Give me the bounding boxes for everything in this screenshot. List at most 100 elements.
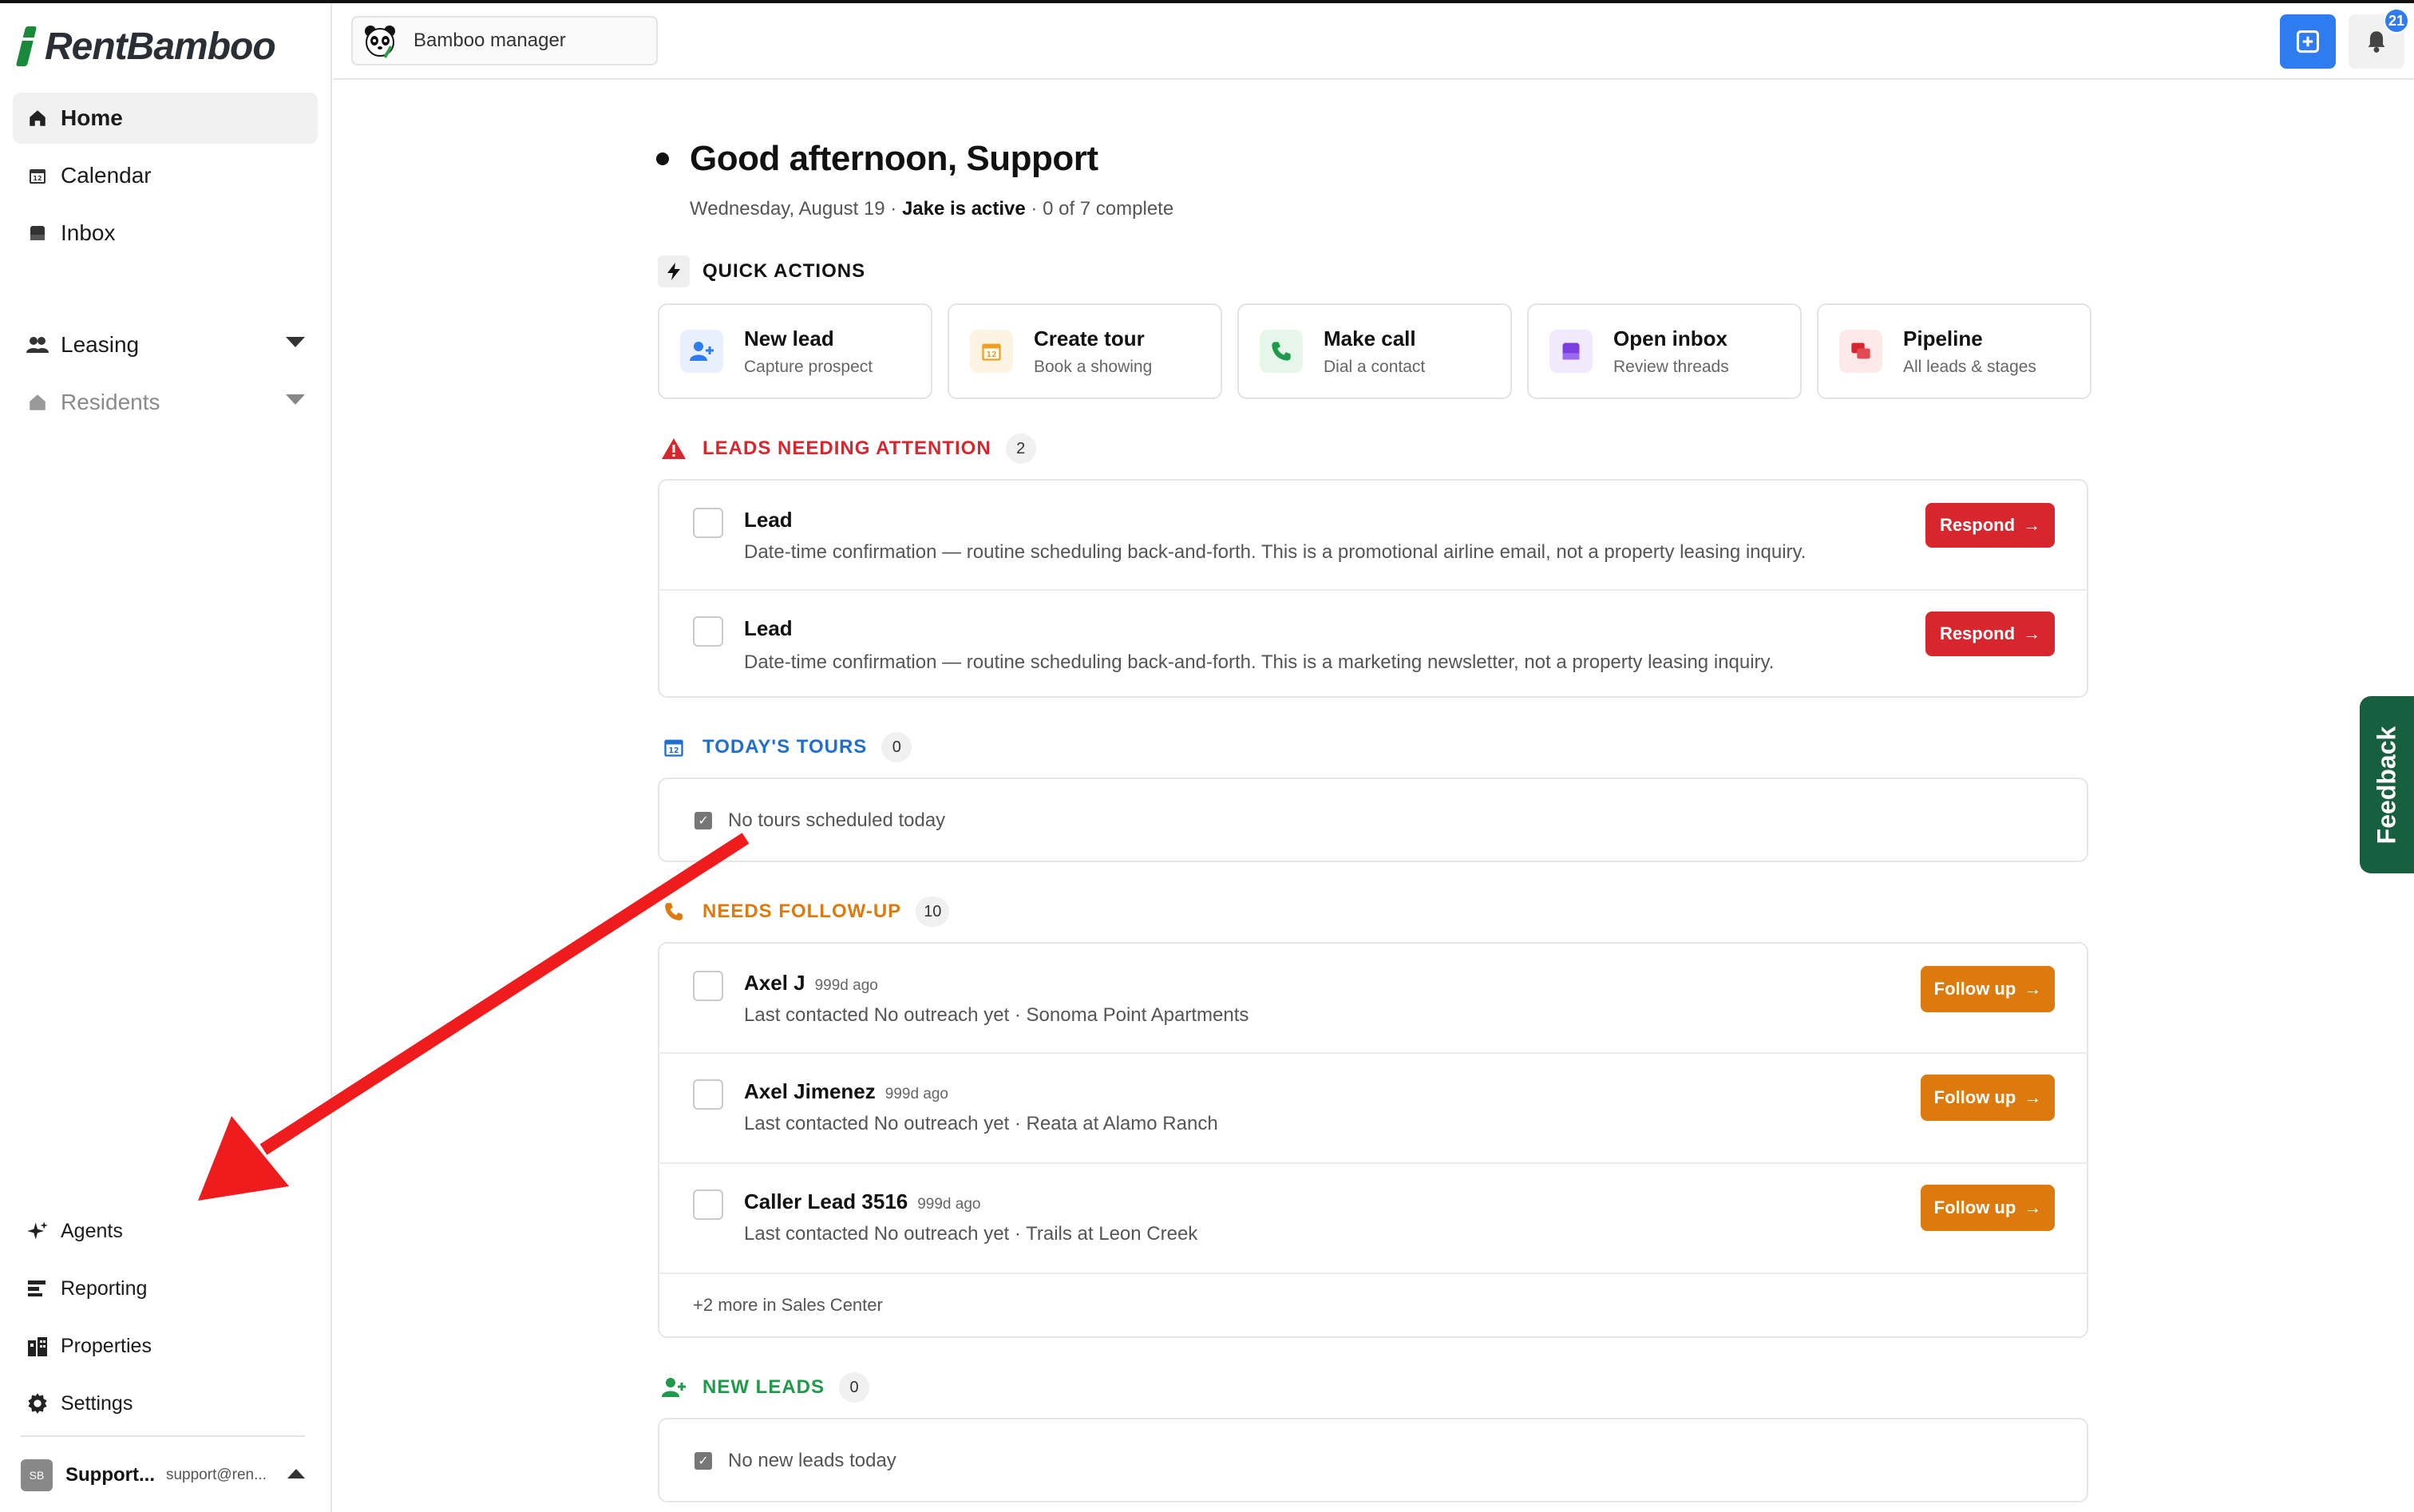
sidebar-item-label: Home xyxy=(61,105,123,130)
row-checkbox[interactable] xyxy=(693,508,723,538)
quick-action-create-tour[interactable]: 12 Create tour Book a showing xyxy=(948,303,1222,399)
user-email: support@ren... xyxy=(165,1466,267,1483)
lead-description: Last contacted No outreach yet · Sonoma … xyxy=(744,1004,1249,1026)
list-item[interactable]: Axel Jimenez 999d ago Last contacted No o… xyxy=(659,1054,2087,1162)
respond-button[interactable]: Respond → xyxy=(1925,503,2055,548)
add-button[interactable] xyxy=(2280,14,2336,69)
quick-action-subtitle: Review threads xyxy=(1613,357,1729,376)
svg-text:12: 12 xyxy=(987,350,997,359)
brand-name: RentBamboo xyxy=(45,25,276,68)
house-icon xyxy=(26,390,49,414)
list-item[interactable]: Caller Lead 3516 999d ago Last contacted … xyxy=(659,1164,2087,1273)
lead-description: Date-time confirmation — routine schedul… xyxy=(744,651,1775,673)
brand-logo[interactable]: RentBamboo xyxy=(15,22,276,70)
sidebar-item-reporting[interactable]: Reporting xyxy=(13,1265,318,1312)
follow-up-button[interactable]: Follow up → xyxy=(1921,966,2055,1012)
follow-up-button[interactable]: Follow up → xyxy=(1921,1185,2055,1231)
user-menu[interactable]: SB Support... support@ren... xyxy=(21,1453,313,1498)
section-title: NEW LEADS xyxy=(702,1376,825,1398)
sidebar-item-label: Residents xyxy=(61,390,160,414)
list-item[interactable]: Lead Date-time confirmation — routine sc… xyxy=(659,591,2087,699)
plus-square-icon xyxy=(2296,30,2320,53)
workspace-switcher[interactable]: Bamboo manager xyxy=(351,16,658,65)
lead-name: Axel J 999d ago xyxy=(744,971,878,995)
count-badge: 10 xyxy=(916,897,950,927)
quick-action-title: New lead xyxy=(744,326,834,350)
section-title: QUICK ACTIONS xyxy=(702,260,866,282)
respond-button-label: Respond xyxy=(1939,515,2016,535)
followup-header: NEEDS FOLLOW-UP 10 xyxy=(658,896,950,928)
lead-name: Caller Lead 3516 999d ago xyxy=(744,1189,981,1213)
quick-action-open-inbox[interactable]: Open inbox Review threads xyxy=(1527,303,1802,399)
quick-action-pipeline[interactable]: Pipeline All leads & stages xyxy=(1817,303,2091,399)
chevron-up-icon[interactable] xyxy=(287,1469,305,1478)
attention-header: LEADS NEEDING ATTENTION 2 xyxy=(658,433,1036,465)
follow-up-button[interactable]: Follow up → xyxy=(1921,1075,2055,1121)
add-person-icon xyxy=(680,330,723,373)
follow-up-button-label: Follow up xyxy=(1933,1087,2016,1107)
row-checkbox[interactable] xyxy=(693,1189,723,1220)
lead-description: Last contacted No outreach yet · Reata a… xyxy=(744,1113,1218,1134)
notification-badge: 21 xyxy=(2384,8,2409,34)
main-content: Good afternoon, Support Wednesday, Augus… xyxy=(0,0,2414,1512)
greeting-subtitle: Wednesday, August 19 · Jake is active · … xyxy=(690,198,1174,220)
row-checkbox[interactable] xyxy=(693,1079,723,1110)
sidebar-item-label: Inbox xyxy=(61,220,116,245)
building-icon xyxy=(26,1334,49,1358)
add-person-icon xyxy=(658,1371,690,1403)
section-title: LEADS NEEDING ATTENTION xyxy=(702,437,991,459)
notifications-button[interactable]: 21 xyxy=(2349,8,2409,69)
followup-list: Axel J 999d ago Last contacted No outreac… xyxy=(658,942,2088,1338)
sidebar-item-residents[interactable]: Residents xyxy=(13,377,318,428)
sidebar-item-inbox[interactable]: Inbox xyxy=(13,208,318,259)
avatar: SB xyxy=(21,1459,53,1491)
new-leads-header: NEW LEADS 0 xyxy=(658,1371,869,1403)
user-name: Support... xyxy=(65,1464,155,1486)
chevron-down-icon[interactable] xyxy=(286,394,305,405)
sidebar-item-leasing[interactable]: Leasing xyxy=(13,319,318,370)
bell-icon xyxy=(2368,31,2385,53)
panda-icon xyxy=(365,26,395,58)
feedback-tab[interactable]: Feedback xyxy=(2360,696,2414,873)
sidebar-item-label: Settings xyxy=(61,1391,133,1415)
lead-name: Axel Jimenez 999d ago xyxy=(744,1079,948,1103)
list-item[interactable]: Lead Date-time confirmation — routine sc… xyxy=(659,481,2087,589)
sidebar-item-settings[interactable]: Settings xyxy=(13,1379,318,1427)
workspace-label: Bamboo manager xyxy=(414,30,566,51)
respond-button[interactable]: Respond → xyxy=(1925,612,2055,656)
gear-icon xyxy=(26,1391,49,1415)
sidebar: RentBamboo Home 12 Calendar Inbox Leasin… xyxy=(0,3,332,1512)
quick-action-make-call[interactable]: Make call Dial a contact xyxy=(1237,303,1512,399)
people-icon xyxy=(26,333,49,357)
home-icon xyxy=(26,106,49,130)
quick-action-subtitle: All leads & stages xyxy=(1903,357,2036,376)
row-checkbox[interactable] xyxy=(693,971,723,1001)
sidebar-item-label: Properties xyxy=(61,1334,152,1357)
phone-icon xyxy=(658,896,690,928)
tours-list: ✓ No tours scheduled today xyxy=(658,778,2088,862)
sidebar-item-agents[interactable]: Agents xyxy=(13,1207,318,1255)
sidebar-item-home[interactable]: Home xyxy=(13,93,318,144)
checkbox-checked-icon: ✓ xyxy=(695,812,712,829)
quick-action-title: Make call xyxy=(1324,326,1416,350)
more-in-sales-center-link[interactable]: +2 more in Sales Center xyxy=(693,1295,883,1316)
active-user-text: Jake is active xyxy=(901,198,1026,220)
follow-up-button-label: Follow up xyxy=(1933,979,2016,999)
quick-action-new-lead[interactable]: New lead Capture prospect xyxy=(658,303,932,399)
arrow-right-icon: → xyxy=(2024,979,2042,999)
row-checkbox[interactable] xyxy=(693,616,723,647)
bamboo-logo-icon xyxy=(15,26,38,66)
arrow-right-icon: → xyxy=(2023,515,2041,535)
sidebar-item-calendar[interactable]: 12 Calendar xyxy=(13,150,318,201)
list-item[interactable]: Axel J 999d ago Last contacted No outreac… xyxy=(659,944,2087,1052)
calendar-icon: 12 xyxy=(26,164,49,188)
new-leads-list: ✓ No new leads today xyxy=(658,1418,2088,1502)
quick-action-subtitle: Book a showing xyxy=(1034,357,1153,376)
quick-action-title: Open inbox xyxy=(1613,326,1727,350)
inbox-icon xyxy=(26,221,49,245)
phone-icon xyxy=(1260,330,1303,373)
chevron-down-icon[interactable] xyxy=(286,337,305,347)
warning-icon xyxy=(658,433,690,465)
sidebar-item-properties[interactable]: Properties xyxy=(13,1322,318,1370)
date-text: Wednesday, August 19 xyxy=(690,198,885,220)
